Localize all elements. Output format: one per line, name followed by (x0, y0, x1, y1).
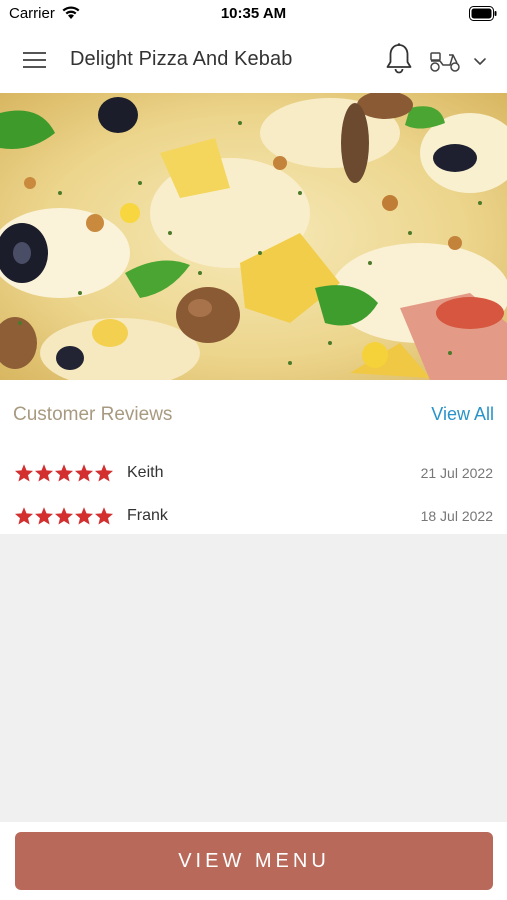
reviewer-name: Keith (127, 464, 164, 481)
star-icon (15, 507, 33, 525)
review-date: 21 Jul 2022 (420, 465, 493, 481)
review-date: 18 Jul 2022 (420, 508, 493, 524)
star-icon (95, 464, 113, 482)
nav-bar: Delight Pizza And Kebab (0, 28, 507, 93)
hamburger-menu-icon[interactable] (22, 48, 48, 72)
star-icon (35, 464, 53, 482)
view-all-link[interactable]: View All (431, 404, 494, 425)
star-icon (35, 507, 53, 525)
status-bar: Carrier 10:35 AM (0, 0, 507, 28)
star-icon (55, 507, 73, 525)
order-mode-selector[interactable] (428, 46, 492, 76)
hero-pizza-image (0, 93, 507, 380)
page-title: Delight Pizza And Kebab (70, 48, 293, 70)
bell-icon[interactable] (384, 42, 414, 76)
star-icon (75, 507, 93, 525)
battery-icon (469, 6, 497, 21)
status-time: 10:35 AM (220, 5, 287, 22)
bottom-action-bar: VIEW MENU (0, 822, 507, 900)
review-row: Frank 18 Jul 2022 (0, 503, 507, 533)
chevron-down-icon (474, 58, 486, 65)
reviewer-name: Frank (127, 507, 168, 524)
reviews-heading: Customer Reviews (13, 404, 173, 425)
star-icon (75, 464, 93, 482)
reviews-section: Customer Reviews View All Keith 21 Jul 2… (0, 380, 507, 534)
star-rating (14, 506, 114, 528)
scooter-icon (430, 52, 460, 72)
pizza-photo (0, 93, 507, 380)
star-rating (14, 463, 114, 485)
review-row: Keith 21 Jul 2022 (0, 460, 507, 490)
star-icon (95, 507, 113, 525)
star-icon (55, 464, 73, 482)
star-icon (15, 464, 33, 482)
view-menu-button[interactable]: VIEW MENU (15, 832, 493, 890)
